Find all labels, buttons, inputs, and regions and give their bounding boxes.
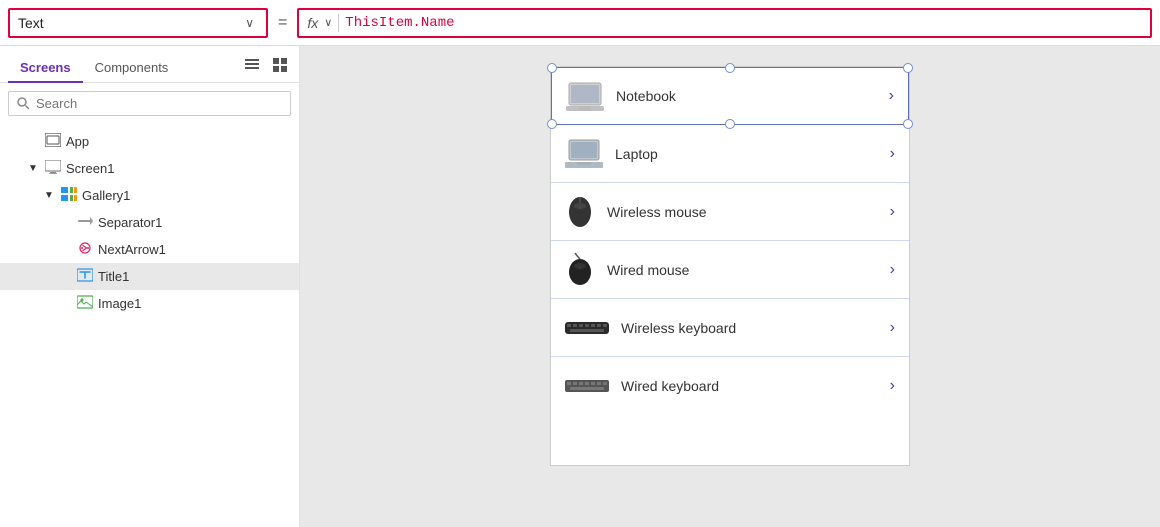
laptop-image <box>565 138 603 170</box>
laptop-arrow: › <box>890 145 895 163</box>
property-dropdown[interactable]: Text ∨ <box>8 8 268 38</box>
wireless-mouse-label: Wireless mouse <box>607 204 878 220</box>
separator1-label: Separator1 <box>98 215 291 230</box>
gallery-row-wireless-keyboard[interactable]: Wireless keyboard › <box>551 299 909 357</box>
gallery-row-wired-mouse[interactable]: Wired mouse › <box>551 241 909 299</box>
nextarrow1-label: NextArrow1 <box>98 242 291 257</box>
screen1-expand-arrow: ▼ <box>28 163 40 174</box>
title1-label: Title1 <box>98 269 291 284</box>
handle-tm[interactable] <box>725 63 735 73</box>
tab-components[interactable]: Components <box>83 54 181 83</box>
top-bar: Text ∨ = fx ∨ ThisItem.Name <box>0 0 1160 46</box>
wireless-mouse-arrow: › <box>890 203 895 221</box>
wired-mouse-arrow: › <box>890 261 895 279</box>
tree-item-gallery1[interactable]: ▼ Gallery1 <box>0 182 299 209</box>
fx-label: fx <box>307 15 318 31</box>
tree-item-nextarrow1[interactable]: NextArrow1 <box>0 236 299 263</box>
gallery1-icon <box>60 187 78 204</box>
wireless-keyboard-image <box>565 320 609 336</box>
notebook-label: Notebook <box>616 88 877 104</box>
property-label: Text <box>18 15 237 31</box>
gallery1-label: Gallery1 <box>82 188 291 203</box>
tree-item-separator1[interactable]: Separator1 <box>0 209 299 236</box>
formula-divider <box>338 14 339 32</box>
tree-item-title1[interactable]: Title1 <box>0 263 299 290</box>
main-layout: Screens Components <box>0 46 1160 527</box>
grid-view-icon <box>273 58 287 72</box>
formula-bar[interactable]: fx ∨ ThisItem.Name <box>297 8 1152 38</box>
tab-screens[interactable]: Screens <box>8 54 83 83</box>
search-box[interactable] <box>8 91 291 116</box>
image1-label: Image1 <box>98 296 291 311</box>
search-icon <box>17 97 30 110</box>
tabs-row: Screens Components <box>0 46 299 83</box>
property-chevron-button[interactable]: ∨ <box>241 14 258 32</box>
wireless-keyboard-arrow: › <box>890 319 895 337</box>
wired-keyboard-image <box>565 378 609 394</box>
wired-keyboard-arrow: › <box>890 377 895 395</box>
tree-container: App ▼ Screen1 ▼ <box>0 124 299 527</box>
wireless-mouse-image <box>565 194 595 230</box>
handle-tr[interactable] <box>903 63 913 73</box>
title1-icon <box>76 268 94 285</box>
wired-keyboard-label: Wired keyboard <box>621 378 878 394</box>
gallery-row-wireless-mouse[interactable]: Wireless mouse › <box>551 183 909 241</box>
tab-icons <box>241 56 291 81</box>
gallery-row-notebook[interactable]: Notebook › <box>551 67 909 125</box>
gallery-row-wired-keyboard[interactable]: Wired keyboard › <box>551 357 909 415</box>
equals-sign: = <box>274 14 291 32</box>
wireless-keyboard-label: Wireless keyboard <box>621 320 878 336</box>
formula-text: ThisItem.Name <box>345 15 454 31</box>
gallery1-expand-arrow: ▼ <box>44 190 56 201</box>
gallery-row-laptop[interactable]: Laptop › <box>551 125 909 183</box>
screen1-icon <box>44 160 62 177</box>
notebook-image <box>566 81 604 111</box>
wired-mouse-image <box>565 252 595 288</box>
notebook-arrow: › <box>889 87 894 105</box>
list-view-icon <box>245 58 259 72</box>
formula-chevron-button[interactable]: ∨ <box>324 16 332 29</box>
nextarrow1-icon <box>76 241 94 258</box>
handle-tl[interactable] <box>547 63 557 73</box>
tree-item-app[interactable]: App <box>0 128 299 155</box>
right-canvas: Notebook › Laptop › <box>300 46 1160 527</box>
app-icon <box>44 133 62 150</box>
wired-mouse-label: Wired mouse <box>607 262 878 278</box>
tree-item-screen1[interactable]: ▼ Screen1 <box>0 155 299 182</box>
app-label: App <box>66 134 291 149</box>
search-input[interactable] <box>36 96 282 111</box>
gallery-container: Notebook › Laptop › <box>550 66 910 466</box>
list-view-button[interactable] <box>241 56 263 77</box>
grid-view-button[interactable] <box>269 56 291 77</box>
left-panel: Screens Components <box>0 46 300 527</box>
separator1-icon <box>76 214 94 231</box>
screen1-label: Screen1 <box>66 161 291 176</box>
laptop-label: Laptop <box>615 146 878 162</box>
image1-icon <box>76 295 94 312</box>
tree-item-image1[interactable]: Image1 <box>0 290 299 317</box>
